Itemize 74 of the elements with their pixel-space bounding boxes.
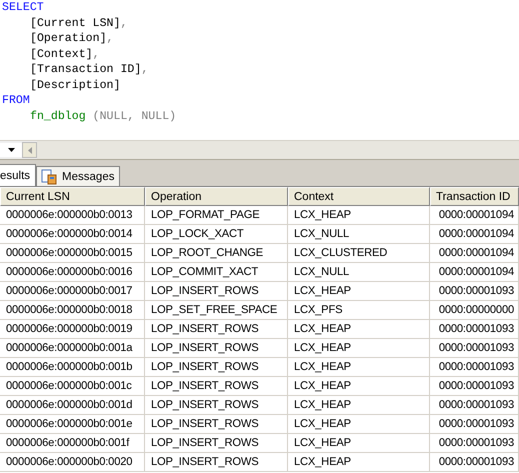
- table-cell: 0000:00001094: [430, 244, 519, 263]
- table-cell: LOP_LOCK_XACT: [145, 225, 288, 244]
- table-cell: LCX_HEAP: [288, 434, 430, 453]
- column-header[interactable]: Current LSN: [0, 187, 145, 206]
- table-cell: LOP_INSERT_ROWS: [145, 320, 288, 339]
- table-cell: 0000006e:000000b0:001b: [0, 358, 145, 377]
- code-line: fn_dblog (NULL, NULL): [30, 108, 176, 124]
- table-cell: 0000006e:000000b0:0020: [0, 453, 145, 472]
- table-cell: 0000:00001093: [430, 339, 519, 358]
- table-cell: 0000:00001093: [430, 320, 519, 339]
- table-cell: 0000006e:000000b0:001d: [0, 396, 145, 415]
- table-cell: LCX_PFS: [288, 301, 430, 320]
- code-line: [Operation],: [30, 31, 114, 46]
- scroll-left-button[interactable]: [22, 142, 37, 158]
- table-cell: LOP_INSERT_ROWS: [145, 453, 288, 472]
- column-header[interactable]: Context: [288, 187, 430, 206]
- table-cell: 0000006e:000000b0:0019: [0, 320, 145, 339]
- table-cell: LCX_HEAP: [288, 282, 430, 301]
- table-cell: LOP_INSERT_ROWS: [145, 282, 288, 301]
- table-cell: LOP_INSERT_ROWS: [145, 358, 288, 377]
- results-tab[interactable]: esults: [0, 164, 36, 186]
- table-cell: LCX_HEAP: [288, 358, 430, 377]
- column-header[interactable]: Operation: [145, 187, 288, 206]
- column-header[interactable]: Transaction ID: [430, 187, 519, 206]
- table-cell: LCX_HEAP: [288, 453, 430, 472]
- left-arrow-icon: [28, 146, 32, 154]
- table-cell: LCX_HEAP: [288, 320, 430, 339]
- table-cell: LCX_NULL: [288, 225, 430, 244]
- table-cell: 0000:00001093: [430, 377, 519, 396]
- dropdown-caret-icon[interactable]: [0, 143, 22, 157]
- table-cell: 0000:00001093: [430, 415, 519, 434]
- table-cell: LOP_INSERT_ROWS: [145, 339, 288, 358]
- table-cell: LOP_INSERT_ROWS: [145, 396, 288, 415]
- table-cell: 0000006e:000000b0:001f: [0, 434, 145, 453]
- table-cell: 0000:00001093: [430, 396, 519, 415]
- table-cell: 0000006e:000000b0:001c: [0, 377, 145, 396]
- code-line: [Context],: [30, 46, 100, 62]
- table-cell: LCX_HEAP: [288, 377, 430, 396]
- table-cell: 0000:00001093: [430, 282, 519, 301]
- table-cell: 0000006e:000000b0:0013: [0, 206, 145, 225]
- table-cell: 0000:00001093: [430, 453, 519, 472]
- table-cell: 0000006e:000000b0:0018: [0, 301, 145, 320]
- table-cell: LCX_HEAP: [288, 339, 430, 358]
- table-cell: 0000:00001093: [430, 358, 519, 377]
- table-cell: 0000006e:000000b0:001e: [0, 415, 145, 434]
- table-cell: LOP_ROOT_CHANGE: [145, 244, 288, 263]
- table-cell: 0000:00001094: [430, 206, 519, 225]
- table-cell: LOP_INSERT_ROWS: [145, 434, 288, 453]
- code-line: [Current LSN],: [30, 16, 128, 31]
- code-line: [Description]: [30, 78, 120, 93]
- table-cell: LCX_NULL: [288, 263, 430, 282]
- code-line: FROM: [2, 93, 30, 108]
- table-cell: LOP_INSERT_ROWS: [145, 415, 288, 434]
- table-cell: LOP_FORMAT_PAGE: [145, 206, 288, 225]
- table-cell: 0000006e:000000b0:0016: [0, 263, 145, 282]
- table-cell: LOP_COMMIT_XACT: [145, 263, 288, 282]
- results-tab[interactable]: Messages: [36, 166, 120, 186]
- table-cell: LCX_HEAP: [288, 415, 430, 434]
- table-cell: 0000:00001093: [430, 434, 519, 453]
- table-cell: 0000006e:000000b0:0017: [0, 282, 145, 301]
- code-line: SELECT: [2, 0, 44, 16]
- table-cell: LCX_HEAP: [288, 396, 430, 415]
- table-cell: LOP_INSERT_ROWS: [145, 377, 288, 396]
- table-cell: LCX_HEAP: [288, 206, 430, 225]
- table-cell: 0000006e:000000b0:001a: [0, 339, 145, 358]
- table-cell: 0000006e:000000b0:0015: [0, 244, 145, 263]
- table-cell: 0000:00001094: [430, 225, 519, 244]
- table-cell: LCX_CLUSTERED: [288, 244, 430, 263]
- table-cell: 0000:00001094: [430, 263, 519, 282]
- document-icon: [41, 168, 58, 184]
- code-line: [Transaction ID],: [30, 62, 148, 78]
- table-cell: 0000:00000000: [430, 301, 519, 320]
- table-cell: LOP_SET_FREE_SPACE: [145, 301, 288, 320]
- table-cell: 0000006e:000000b0:0014: [0, 225, 145, 244]
